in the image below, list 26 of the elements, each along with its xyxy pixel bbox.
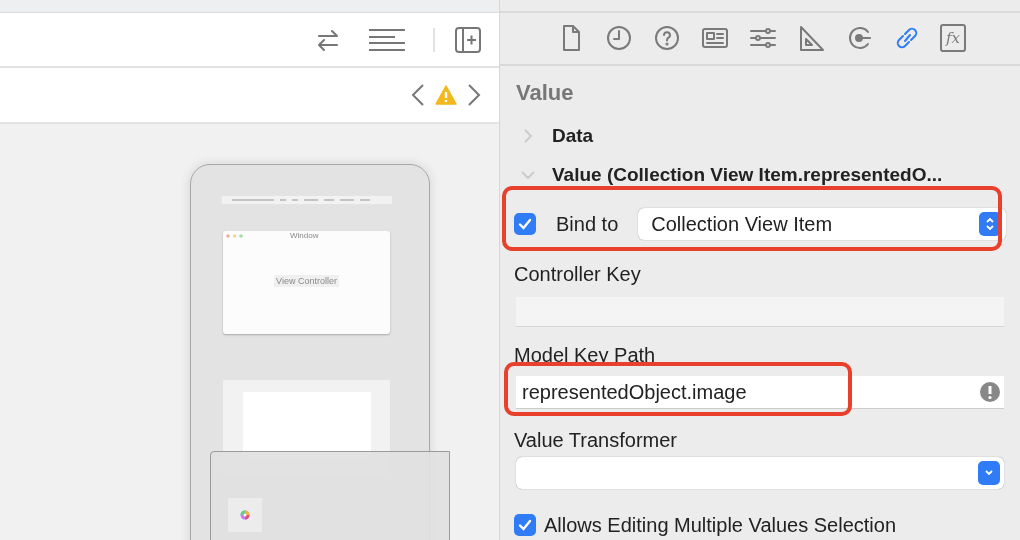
stepper-arrows-icon [985,216,995,232]
allows-editing-label: Allows Editing Multiple Values Selection [544,513,897,538]
chevron-down-icon [984,469,994,477]
group-title[interactable]: Data [552,121,594,151]
bind-label: Bind to [556,212,619,237]
group-title[interactable]: Value (Collection View Item.representedO... [552,160,943,190]
controller-key-field[interactable] [516,297,1004,327]
back-chevron-icon[interactable] [411,83,425,107]
window-title: Window [290,231,319,240]
check-icon [517,216,533,232]
window-controls-icon [226,233,243,238]
checkbox[interactable] [514,514,536,536]
section-title: Value [516,79,575,107]
forward-chevron-icon[interactable] [467,83,481,107]
model-key-path-field[interactable]: representedObject.image [516,376,1004,409]
value-transformer-label: Value Transformer [514,428,679,453]
check-icon [517,517,533,533]
text-lines-icon[interactable] [369,26,405,53]
bind-popup[interactable]: Collection View Item [638,208,1006,240]
controller-key-label: Controller Key [514,262,642,287]
color-wheel-icon [240,510,250,520]
checkbox[interactable] [514,213,536,235]
effects-tab[interactable]: fx [940,24,966,53]
add-panel-icon[interactable] [455,26,481,53]
view-controller-label: View Controller [274,275,339,287]
value-transformer-popup[interactable] [516,457,1004,489]
